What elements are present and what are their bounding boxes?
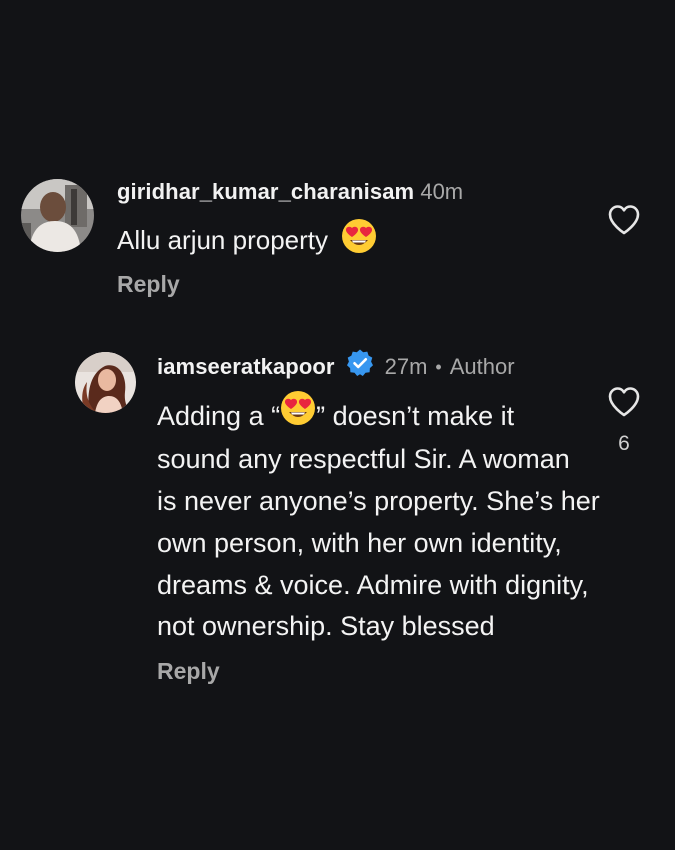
- heart-eyes-emoji: [341, 218, 377, 262]
- comment-line-part: ” doesn’t make it: [316, 401, 515, 431]
- like-heart-icon[interactable]: [607, 386, 641, 423]
- author-label: Author: [449, 354, 515, 379]
- like-count: 6: [618, 432, 630, 455]
- comment-text: Adding a “ ” doesn’t make it sound any r…: [157, 391, 607, 648]
- comment-username[interactable]: giridhar_kumar_charanisam: [117, 179, 414, 204]
- comment-giridhar: giridhar_kumar_charanisam 40m: [117, 178, 597, 206]
- comment-line: not ownership. Stay blessed: [157, 611, 495, 642]
- comment-timestamp: 27m: [384, 354, 428, 379]
- like-heart-icon[interactable]: [607, 204, 641, 241]
- comment-iamseeratkapoor: iamseeratkapoor 27m • Author: [157, 348, 597, 386]
- comment-username[interactable]: iamseeratkapoor: [157, 352, 335, 382]
- heart-eyes-emoji: [280, 390, 316, 439]
- comment-line: dreams & voice. Admire with dignity,: [157, 569, 589, 600]
- comment-text-content: Allu arjun property: [117, 224, 328, 255]
- avatar[interactable]: [21, 179, 94, 252]
- reply-button[interactable]: Reply: [157, 657, 220, 685]
- comment-line: own person, with her own identity,: [157, 527, 562, 558]
- comment-line: is never anyone’s property. She’s her: [157, 486, 600, 517]
- avatar[interactable]: [75, 352, 136, 413]
- verified-badge-icon: [345, 348, 375, 386]
- comment-line: sound any respectful Sir. A woman: [157, 444, 570, 475]
- meta-separator: •: [435, 357, 442, 377]
- comments-screen: giridhar_kumar_charanisam 40m Allu arjun…: [0, 0, 675, 850]
- comment-text: Allu arjun property: [117, 219, 377, 262]
- comment-line-part: Adding a “: [157, 401, 281, 431]
- comment-timestamp: 40m: [420, 179, 464, 204]
- comment-line: Adding a “ ” doesn’t make it: [157, 391, 607, 439]
- reply-button[interactable]: Reply: [117, 270, 180, 298]
